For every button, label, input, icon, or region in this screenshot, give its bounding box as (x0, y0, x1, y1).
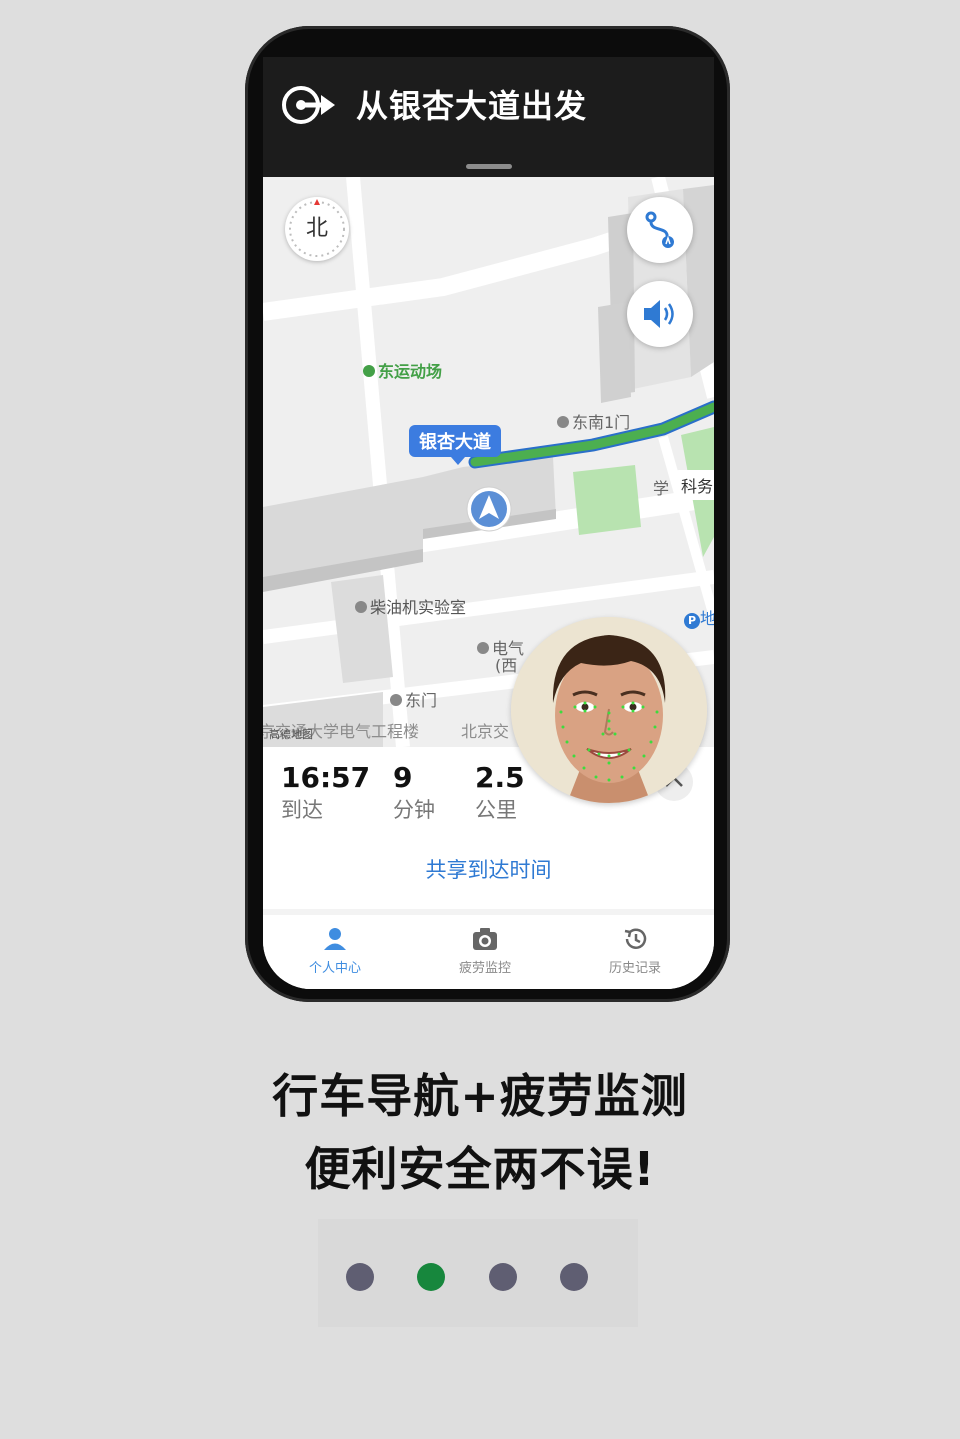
map-label-stadium: 东运动场 (363, 358, 442, 382)
compass-button[interactable]: 北 (285, 197, 349, 261)
bottom-tab-bar: 个人中心 疲劳监控 历史记录 (263, 909, 714, 989)
gate-poi-icon (557, 415, 569, 428)
arrival-stat: 16:57 到达 (281, 761, 370, 824)
map-label-science: 科务 (675, 470, 714, 500)
tab-label: 历史记录 (608, 961, 661, 976)
map-label-xue: 学 (653, 479, 670, 498)
drag-handle[interactable] (466, 164, 512, 169)
building-poi-icon (355, 600, 367, 613)
gate-poi-icon (390, 693, 402, 706)
page-dot[interactable] (489, 1263, 517, 1291)
voice-button[interactable] (627, 281, 693, 347)
tab-history[interactable]: 历史记录 (575, 927, 695, 976)
map-label-electrical: 电气 (西 (477, 640, 524, 674)
arrival-time: 16:57 (281, 761, 371, 794)
current-location-icon (466, 486, 512, 532)
map-label-diesel-lab: 柴油机实验室 (355, 594, 466, 618)
phone-screen: 从银杏大道出发 北 东运动场 东南1门 学 科务 柴油机实验室 电气 (西 东门… (263, 57, 714, 989)
nav-title: 从银杏大道出发 (356, 87, 588, 125)
navigation-header: 从银杏大道出发 (263, 57, 714, 177)
park-poi-icon (363, 364, 375, 377)
arrival-label: 到达 (281, 798, 323, 822)
tab-label: 个人中心 (308, 961, 361, 976)
tab-label: 疲劳监控 (458, 961, 511, 976)
duration-label: 分钟 (393, 798, 435, 822)
camera-icon (473, 928, 497, 950)
page-dot[interactable] (560, 1263, 588, 1291)
tab-fatigue-monitor[interactable]: 疲劳监控 (425, 927, 545, 976)
map-label-beijing-jiao: 北京交 (461, 722, 510, 741)
page-dot-active[interactable] (417, 1263, 445, 1291)
route-icon (645, 211, 674, 248)
building-poi-icon (477, 641, 489, 654)
depart-icon (282, 86, 335, 124)
caption-line-1: 行车导航+疲劳监测 (272, 1069, 688, 1123)
history-icon (624, 928, 647, 949)
map-label-east-gate: 东门 (390, 687, 437, 711)
tab-personal-center[interactable]: 个人中心 (275, 927, 395, 976)
speaker-icon (644, 300, 674, 328)
distance-value: 2.5 (475, 761, 525, 794)
route-overview-button[interactable] (627, 197, 693, 263)
current-road-bubble: 银杏大道 (409, 425, 501, 465)
distance-label: 公里 (475, 798, 517, 822)
map-watermark: 高德地图 (269, 728, 313, 741)
person-icon (324, 928, 346, 950)
page-dot[interactable] (346, 1263, 374, 1291)
share-arrival-button[interactable]: 共享到达时间 (263, 839, 714, 909)
page-indicator (318, 1219, 638, 1327)
duration-stat: 9 分钟 (393, 761, 435, 824)
map-label-parking: P地 (684, 605, 714, 629)
compass-label: 北 (305, 216, 328, 241)
distance-stat: 2.5 公里 (475, 761, 525, 824)
duration-value: 9 (393, 761, 413, 794)
driver-face-camera-feed (511, 617, 707, 803)
parking-icon: P (684, 613, 700, 629)
caption-line-2: 便利安全两不误! (304, 1142, 656, 1196)
map-label-southeast-gate: 东南1门 (557, 409, 630, 433)
face-landmark-image (511, 617, 707, 803)
